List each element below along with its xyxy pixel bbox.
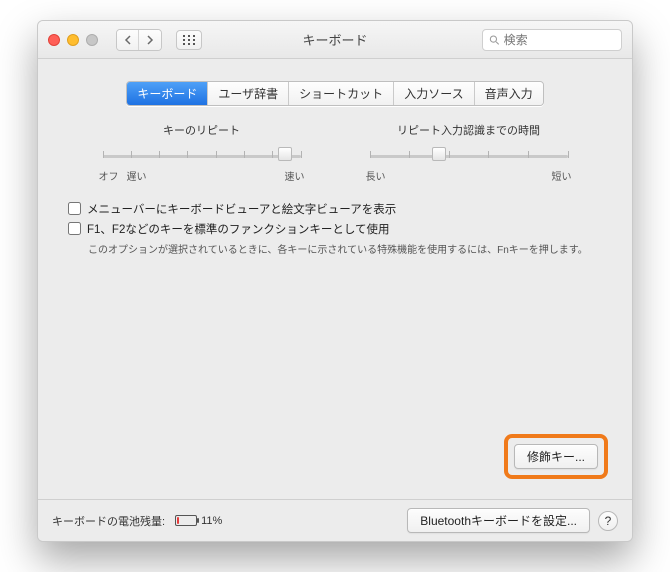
search-input[interactable] [504, 33, 615, 47]
delay-label: リピート入力認識までの時間 [364, 122, 574, 138]
sliders-row: キーのリピート オフ 遅い 速い リピート入力認識までの時間 [58, 122, 612, 193]
show-viewer-checkbox[interactable] [68, 202, 81, 215]
delay-long-label: 長い [366, 168, 386, 183]
delay-short-label: 短い [552, 168, 572, 183]
help-button[interactable]: ? [598, 511, 618, 531]
key-repeat-slider: キーのリピート オフ 遅い 速い [97, 122, 307, 183]
titlebar: キーボード [38, 21, 632, 59]
close-icon[interactable] [48, 34, 60, 46]
grid-icon [183, 35, 195, 45]
modifier-row: 修飾キー... [58, 428, 612, 489]
tab-音声入力[interactable]: 音声入力 [475, 82, 543, 105]
delay-slider: リピート入力認識までの時間 長い 短い [364, 122, 574, 183]
tab-bar: キーボードユーザ辞書ショートカット入力ソース音声入力 [126, 81, 543, 106]
nav-buttons [116, 29, 162, 51]
preferences-window: キーボード キーボードユーザ辞書ショートカット入力ソース音声入力 キーのリピート… [37, 20, 633, 542]
battery-icon [175, 515, 197, 526]
battery-indicator: 11% [175, 515, 222, 527]
repeat-off-label: オフ [99, 168, 119, 183]
key-repeat-track[interactable] [103, 148, 301, 164]
zoom-icon[interactable] [86, 34, 98, 46]
tab-キーボード[interactable]: キーボード [127, 82, 208, 105]
tab-ユーザ辞書[interactable]: ユーザ辞書 [208, 82, 289, 105]
delay-knob[interactable] [432, 147, 446, 161]
highlight-annotation: 修飾キー... [504, 434, 608, 479]
show-viewer-label: メニューバーにキーボードビューアと絵文字ビューアを表示 [87, 201, 396, 217]
key-repeat-knob[interactable] [278, 147, 292, 161]
delay-track[interactable] [370, 148, 568, 164]
search-icon [489, 34, 500, 46]
window-controls [48, 34, 98, 46]
tab-入力ソース[interactable]: 入力ソース [394, 82, 474, 105]
fn-keys-hint: このオプションが選択されているときに、各キーに示されている特殊機能を使用するには… [68, 241, 602, 256]
chevron-left-icon [124, 35, 132, 45]
fn-keys-checkbox[interactable] [68, 222, 81, 235]
tab-ショートカット[interactable]: ショートカット [289, 82, 394, 105]
modifier-keys-button[interactable]: 修飾キー... [514, 444, 598, 469]
forward-button[interactable] [139, 30, 161, 50]
back-button[interactable] [117, 30, 139, 50]
search-field[interactable] [482, 29, 622, 51]
battery-pct: 11% [201, 515, 222, 527]
repeat-fast-label: 速い [285, 168, 305, 183]
minimize-icon[interactable] [67, 34, 79, 46]
key-repeat-label: キーのリピート [97, 122, 307, 138]
show-all-button[interactable] [176, 30, 202, 50]
chevron-right-icon [146, 35, 154, 45]
checkbox-group: メニューバーにキーボードビューアと絵文字ビューアを表示 F1、F2などのキーを標… [58, 193, 612, 256]
bluetooth-setup-button[interactable]: Bluetoothキーボードを設定... [407, 508, 590, 533]
battery-label: キーボードの電池残量: [52, 513, 165, 529]
repeat-slow-label: 遅い [127, 168, 147, 183]
content-area: キーボードユーザ辞書ショートカット入力ソース音声入力 キーのリピート オフ 遅い… [38, 59, 632, 499]
bottom-bar: キーボードの電池残量: 11% Bluetoothキーボードを設定... ? [38, 499, 632, 541]
fn-keys-label: F1、F2などのキーを標準のファンクションキーとして使用 [87, 221, 390, 237]
